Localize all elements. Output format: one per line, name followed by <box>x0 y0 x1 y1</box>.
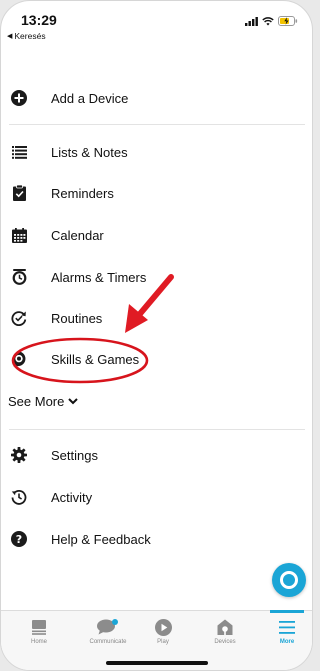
back-link-label: Keresés <box>14 31 46 41</box>
status-bar: 13:29 ◀ Keresés <box>1 1 312 45</box>
plus-circle-icon <box>10 89 28 107</box>
menu-item-label: Add a Device <box>51 90 129 106</box>
routines-icon <box>10 309 28 327</box>
tab-more[interactable]: More <box>257 610 312 659</box>
menu-item-label: Lists & Notes <box>51 144 128 160</box>
tab-communicate[interactable]: Communicate <box>78 611 138 659</box>
cellular-signal-icon <box>245 16 258 26</box>
home-indicator <box>106 661 208 665</box>
menu-item-add-device[interactable]: Add a Device <box>1 78 312 118</box>
alexa-ring-icon <box>280 571 298 589</box>
clipboard-check-icon <box>10 184 28 202</box>
menu-item-activity[interactable]: Activity <box>1 477 312 517</box>
tab-devices[interactable]: Devices <box>195 611 255 659</box>
skills-icon <box>10 350 28 368</box>
tab-label: Play <box>157 639 169 645</box>
active-tab-indicator <box>270 610 304 613</box>
menu-item-label: Settings <box>51 447 98 463</box>
back-arrow-icon: ◀ <box>7 33 13 40</box>
menu-item-label: Calendar <box>51 227 104 243</box>
menu-divider <box>9 429 305 430</box>
menu-item-calendar[interactable]: Calendar <box>1 215 312 255</box>
phone-screen: 13:29 ◀ Keresés Add a Device Lists & Not… <box>0 0 313 671</box>
menu-item-alarms-timers[interactable]: Alarms & Timers <box>1 257 312 297</box>
tab-label: More <box>279 639 295 645</box>
see-more-label: See More <box>8 394 65 409</box>
menu-item-label: Activity <box>51 489 93 505</box>
menu-item-help-feedback[interactable]: ? Help & Feedback <box>1 519 312 559</box>
menu-icon <box>279 618 295 636</box>
gear-icon <box>10 446 28 464</box>
home-icon <box>32 618 46 636</box>
menu-item-lists-notes[interactable]: Lists & Notes <box>1 132 312 172</box>
menu-item-skills-games[interactable]: Skills & Games <box>1 339 312 379</box>
list-icon <box>10 143 28 161</box>
tab-label: Home <box>30 639 47 645</box>
help-icon: ? <box>10 530 28 548</box>
tab-label: Devices <box>214 639 236 645</box>
menu-item-label: Routines <box>51 310 103 326</box>
play-icon <box>154 618 172 636</box>
menu-item-label: Reminders <box>51 185 114 201</box>
svg-text:?: ? <box>16 533 22 546</box>
menu-item-label: Help & Feedback <box>51 531 151 547</box>
menu-item-label: Alarms & Timers <box>51 269 147 285</box>
menu-item-reminders[interactable]: Reminders <box>1 173 312 213</box>
alexa-button[interactable] <box>272 563 306 597</box>
history-icon <box>10 488 28 506</box>
tab-label: Communicate <box>89 639 127 645</box>
alarm-clock-icon <box>10 268 28 286</box>
calendar-icon <box>10 226 28 244</box>
chat-icon <box>97 618 119 636</box>
devices-icon <box>217 618 233 636</box>
battery-charging-icon <box>278 16 298 26</box>
menu-divider <box>9 124 305 125</box>
chevron-down-icon <box>68 398 79 405</box>
status-icons <box>245 16 298 26</box>
menu-item-routines[interactable]: Routines <box>1 298 312 338</box>
tab-home[interactable]: Home <box>9 611 69 659</box>
tab-play[interactable]: Play <box>133 611 193 659</box>
see-more-toggle[interactable]: See More <box>8 394 79 409</box>
back-to-search-link[interactable]: ◀ Keresés <box>7 31 46 41</box>
status-time: 13:29 <box>21 12 57 28</box>
menu-item-settings[interactable]: Settings <box>1 435 312 475</box>
menu-item-label: Skills & Games <box>51 351 140 367</box>
wifi-icon <box>262 16 274 25</box>
